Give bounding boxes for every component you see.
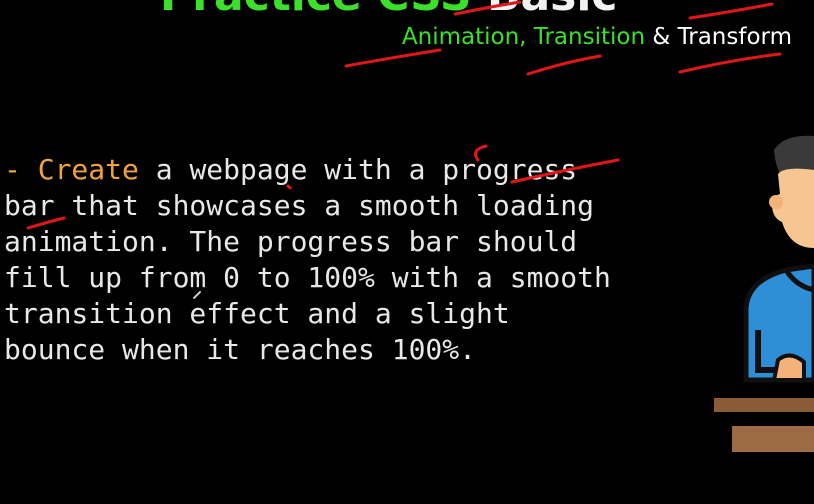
task-line-4: fill up from 0 to 100% with a smooth [4, 261, 611, 294]
task-line-1: a webpage with a progress [138, 153, 578, 186]
subtitle-white-part: & Transform [645, 24, 792, 50]
subtitle-green-part: Animation, Transition [401, 24, 646, 50]
hand-shape [771, 353, 806, 382]
speaker-illustration [714, 135, 814, 452]
subtitle-underline-2 [526, 54, 602, 76]
task-line-3: animation. The progress bar should [4, 225, 578, 258]
subtitle-underline-1 [344, 48, 442, 68]
ear-shape [769, 195, 783, 209]
title-underline-mark [688, 2, 774, 20]
title-green-part: Practice CSS [160, 0, 487, 21]
page-title-cropped: Practice CSS Basic [160, 0, 618, 21]
task-line-2: bar that showcases a smooth loading [4, 189, 595, 222]
task-line-6: bounce when it reaches 100%. [4, 333, 477, 366]
task-keyword: Create [37, 153, 139, 186]
task-line-5: transition effect and a slight [4, 297, 510, 330]
desk-front [732, 426, 814, 452]
title-white-part: Basic [487, 0, 618, 21]
page-subtitle: Animation, Transition & Transform [402, 24, 792, 50]
task-description: - Create a webpage with a progress bar t… [4, 152, 684, 368]
subtitle-underline-3 [678, 52, 782, 74]
desk-top [714, 398, 814, 412]
task-bullet: - [4, 153, 38, 186]
